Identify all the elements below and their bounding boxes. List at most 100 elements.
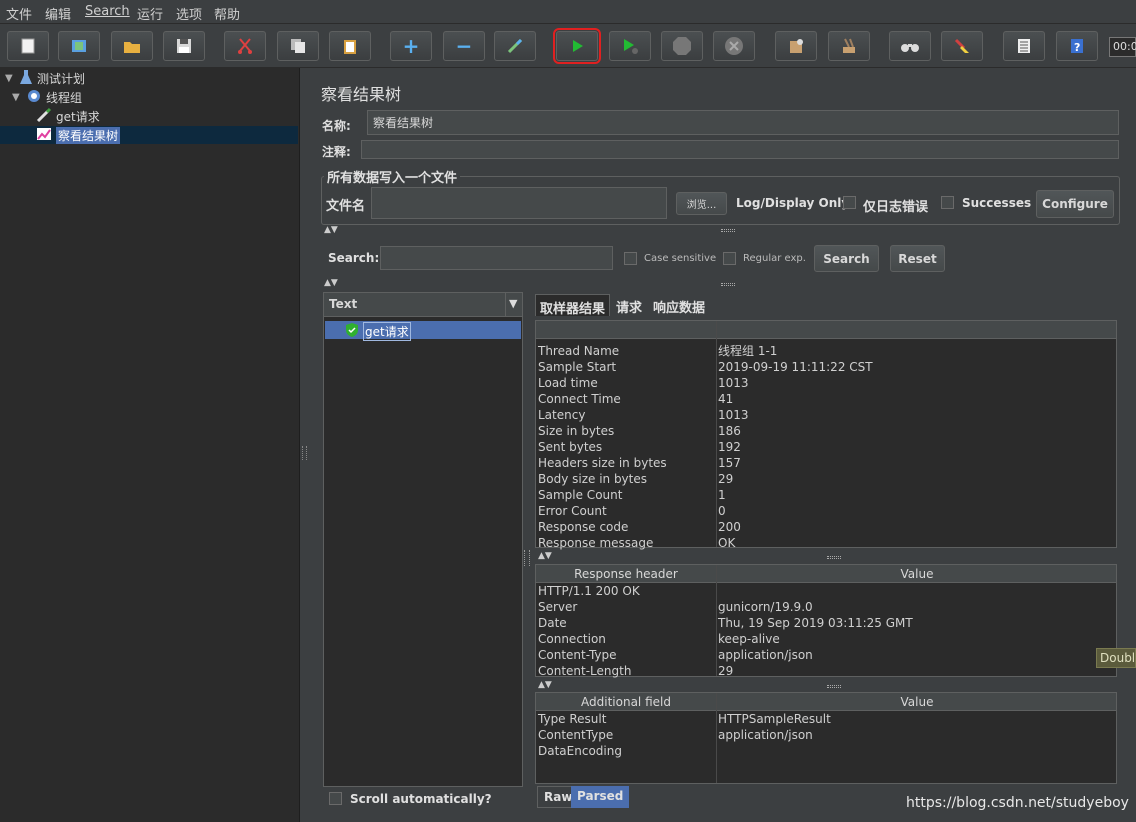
- successes-checkbox[interactable]: [941, 196, 954, 209]
- tab-parsed[interactable]: Parsed: [571, 786, 630, 808]
- search-input[interactable]: [380, 246, 613, 270]
- toggle-button[interactable]: [494, 31, 536, 61]
- tab-sampler-result[interactable]: 取样器结果: [535, 294, 611, 317]
- case-sensitive-checkbox[interactable]: [624, 252, 637, 265]
- menu-edit[interactable]: 编辑: [45, 4, 71, 23]
- table-row[interactable]: Size in bytes 186: [536, 423, 1116, 439]
- tree-node-view-results-tree[interactable]: 察看结果树: [36, 126, 121, 144]
- function-helper-button[interactable]: [1003, 31, 1045, 61]
- errors-only-checkbox[interactable]: [843, 196, 856, 209]
- shutdown-button[interactable]: [713, 31, 755, 61]
- filename-input[interactable]: [371, 187, 667, 219]
- new-button[interactable]: [7, 31, 49, 61]
- table-row[interactable]: Sample Start 2019-09-19 11:11:22 CST: [536, 359, 1116, 375]
- svg-text:?: ?: [1074, 41, 1080, 54]
- open-button[interactable]: [111, 31, 153, 61]
- table-row[interactable]: Sample Count 1: [536, 487, 1116, 503]
- table-row[interactable]: Sent bytes 192: [536, 439, 1116, 455]
- table-row[interactable]: DataEncoding: [536, 743, 1116, 759]
- search-button-toolbar[interactable]: [889, 31, 931, 61]
- cut-button[interactable]: [224, 31, 266, 61]
- table-row[interactable]: Content-Type application/json: [536, 647, 1116, 663]
- start-button[interactable]: [553, 28, 601, 64]
- pipette-icon: [36, 107, 52, 126]
- drag-handle-icon[interactable]: [721, 283, 735, 286]
- clear-all-button[interactable]: [828, 31, 870, 61]
- row-key: Load time: [538, 376, 598, 390]
- regex-checkbox[interactable]: [723, 252, 736, 265]
- browse-button[interactable]: 浏览...: [676, 192, 727, 215]
- table-row[interactable]: Server gunicorn/19.9.0: [536, 599, 1116, 615]
- help-button[interactable]: ?: [1056, 31, 1098, 61]
- name-field[interactable]: 察看结果树: [367, 110, 1119, 135]
- reset-search-button[interactable]: [941, 31, 983, 61]
- wand-icon: [505, 36, 525, 56]
- tree-node-get-request[interactable]: get请求: [36, 107, 100, 125]
- table-row[interactable]: Date Thu, 19 Sep 2019 03:11:25 GMT: [536, 615, 1116, 631]
- table-row[interactable]: Thread Name 线程组 1-1: [536, 343, 1116, 359]
- table-row[interactable]: HTTP/1.1 200 OK: [536, 583, 1116, 599]
- case-sensitive-label: Case sensitive: [644, 253, 717, 264]
- menu-file[interactable]: 文件: [6, 4, 32, 23]
- vertical-splitter[interactable]: [300, 68, 309, 822]
- drag-handle-icon[interactable]: [827, 685, 841, 688]
- collapse-arrows-icon[interactable]: ▲▼: [324, 278, 338, 288]
- expanded-arrow-icon[interactable]: ▼: [5, 73, 15, 84]
- collapse-arrows-icon[interactable]: ▲▼: [324, 225, 338, 235]
- copy-button[interactable]: [277, 31, 319, 61]
- render-mode-value: Text: [329, 297, 358, 311]
- table-row[interactable]: Connect Time 41: [536, 391, 1116, 407]
- result-item[interactable]: get请求: [325, 321, 521, 341]
- table-row[interactable]: Response code 200: [536, 519, 1116, 535]
- tab-request[interactable]: 请求: [612, 294, 646, 316]
- paste-button[interactable]: [329, 31, 371, 61]
- table-row[interactable]: Body size in bytes 29: [536, 471, 1116, 487]
- render-mode-select[interactable]: Text ▼: [324, 293, 522, 317]
- row-value: 0: [718, 504, 726, 518]
- collapse-arrows-icon[interactable]: ▲▼: [538, 551, 552, 561]
- menu-search[interactable]: Search: [85, 4, 130, 19]
- menu-help[interactable]: 帮助: [214, 4, 240, 23]
- expand-button[interactable]: +: [390, 31, 432, 61]
- inner-splitter-grip[interactable]: [524, 550, 530, 566]
- tree-node-test-plan[interactable]: ▼ 测试计划: [5, 69, 85, 87]
- row-key: Sample Count: [538, 488, 623, 502]
- broom-icon: [839, 36, 859, 56]
- drag-handle-icon[interactable]: [721, 229, 735, 232]
- shutdown-icon: [724, 36, 744, 56]
- row-key: Sent bytes: [538, 440, 603, 454]
- clear-button[interactable]: [775, 31, 817, 61]
- scroll-auto-checkbox[interactable]: [329, 792, 342, 805]
- table-row[interactable]: Headers size in bytes 157: [536, 455, 1116, 471]
- reset-button[interactable]: Reset: [890, 245, 945, 272]
- table-row[interactable]: Latency 1013: [536, 407, 1116, 423]
- menu-options[interactable]: 选项: [176, 4, 202, 23]
- splitter-grip[interactable]: [302, 446, 307, 460]
- drag-handle-icon[interactable]: [827, 556, 841, 559]
- table-row[interactable]: Response message OK: [536, 535, 1116, 551]
- table-row[interactable]: Connection keep-alive: [536, 631, 1116, 647]
- collapse-button[interactable]: −: [443, 31, 485, 61]
- column-header: Value: [900, 695, 934, 709]
- table-row[interactable]: Type Result HTTPSampleResult: [536, 711, 1116, 727]
- configure-button[interactable]: Configure: [1036, 190, 1114, 218]
- collapse-arrows-icon[interactable]: ▲▼: [538, 680, 552, 690]
- tree-node-thread-group[interactable]: ▼ 线程组: [12, 88, 82, 106]
- save-button[interactable]: [163, 31, 205, 61]
- start-no-pause-button[interactable]: [609, 31, 651, 61]
- table-row[interactable]: Error Count 0: [536, 503, 1116, 519]
- row-key: Content-Length: [538, 664, 632, 678]
- comment-field[interactable]: [361, 140, 1119, 159]
- table-row[interactable]: Load time 1013: [536, 375, 1116, 391]
- table-row[interactable]: Content-Length 29: [536, 663, 1116, 679]
- tab-response-data[interactable]: 响应数据: [649, 294, 709, 316]
- plus-icon: +: [402, 34, 420, 58]
- stop-button[interactable]: [661, 31, 703, 61]
- table-row[interactable]: ContentType application/json: [536, 727, 1116, 743]
- menu-run[interactable]: 运行: [137, 4, 163, 23]
- expanded-arrow-icon[interactable]: ▼: [12, 92, 22, 103]
- view-results-tree-panel: 察看结果树 名称: 察看结果树 注释: 所有数据写入一个文件 文件名 浏览...…: [309, 68, 1136, 822]
- chevron-down-icon[interactable]: ▼: [505, 293, 522, 316]
- templates-button[interactable]: [58, 31, 100, 61]
- search-button[interactable]: Search: [814, 245, 879, 272]
